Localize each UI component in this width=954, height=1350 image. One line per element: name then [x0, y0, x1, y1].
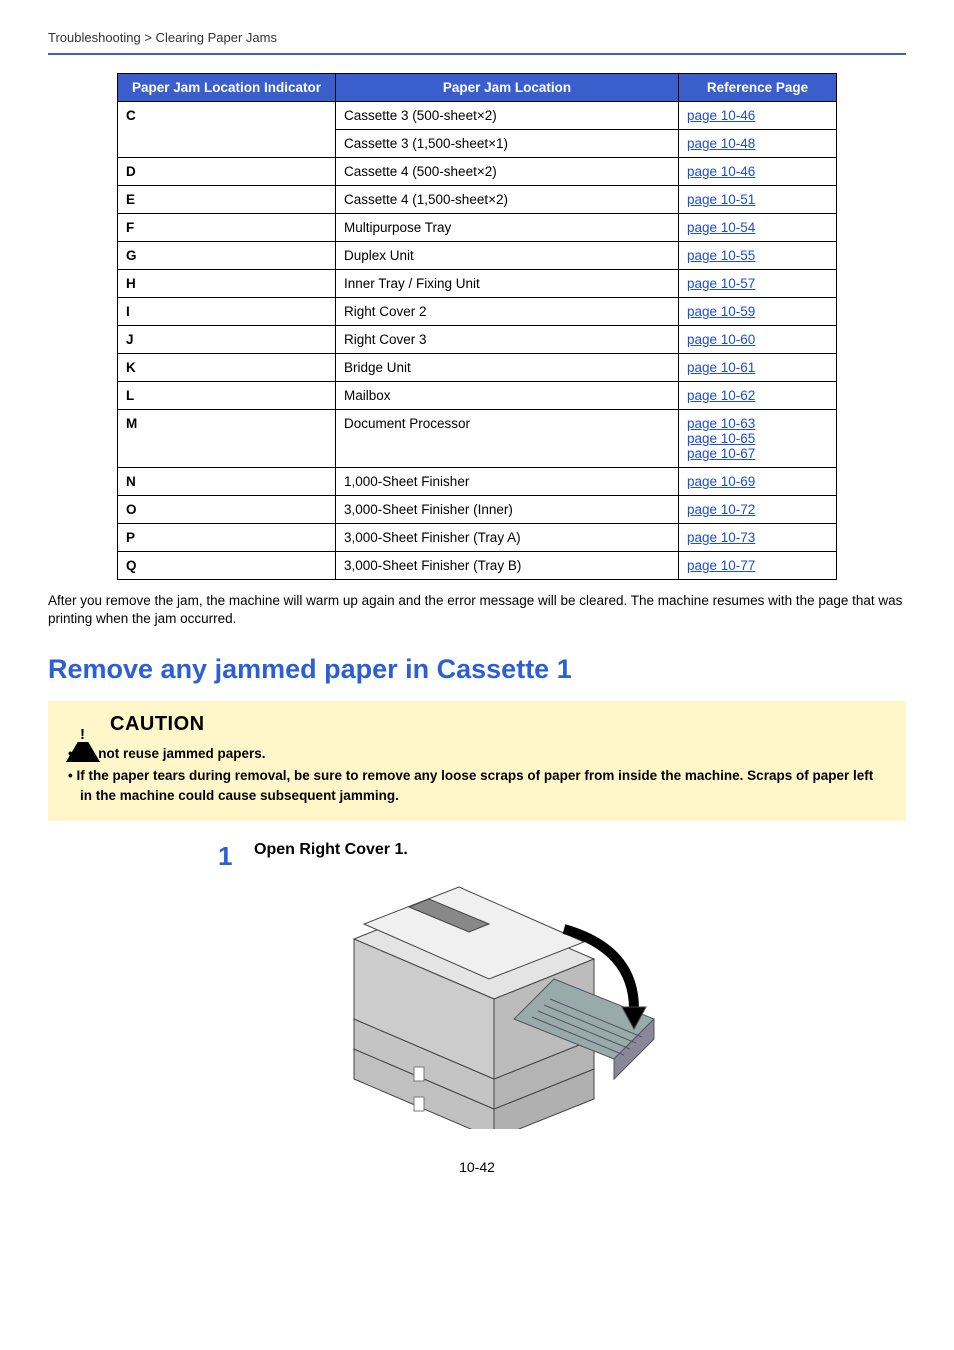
location-cell: 3,000-Sheet Finisher (Tray A) [336, 524, 679, 552]
table-row: M Document Processor page 10-63 page 10-… [118, 410, 837, 468]
indicator-cell: E [118, 186, 336, 214]
reference-cell: page 10-48 [679, 130, 837, 158]
page-link[interactable]: page 10-62 [687, 388, 755, 403]
table-row: Cassette 3 (1,500-sheet×1) page 10-48 [118, 130, 837, 158]
location-cell: Cassette 3 (1,500-sheet×1) [336, 130, 679, 158]
location-cell: Cassette 4 (500-sheet×2) [336, 158, 679, 186]
indicator-cell: G [118, 242, 336, 270]
page-link[interactable]: page 10-51 [687, 192, 755, 207]
table-row: H Inner Tray / Fixing Unit page 10-57 [118, 270, 837, 298]
location-cell: Bridge Unit [336, 354, 679, 382]
reference-cell: page 10-62 [679, 382, 837, 410]
indicator-cell: K [118, 354, 336, 382]
table-row: O 3,000-Sheet Finisher (Inner) page 10-7… [118, 496, 837, 524]
table-row: E Cassette 4 (1,500-sheet×2) page 10-51 [118, 186, 837, 214]
table-row: Q 3,000-Sheet Finisher (Tray B) page 10-… [118, 552, 837, 580]
reference-cell: page 10-61 [679, 354, 837, 382]
indicator-cell: H [118, 270, 336, 298]
jam-location-table: Paper Jam Location Indicator Paper Jam L… [117, 73, 837, 580]
reference-cell: page 10-46 [679, 158, 837, 186]
section-title: Remove any jammed paper in Cassette 1 [48, 654, 906, 685]
indicator-cell: D [118, 158, 336, 186]
reference-cell: page 10-54 [679, 214, 837, 242]
table-header-indicator: Paper Jam Location Indicator [118, 74, 336, 102]
table-row: L Mailbox page 10-62 [118, 382, 837, 410]
reference-cell: page 10-57 [679, 270, 837, 298]
location-cell: 1,000-Sheet Finisher [336, 468, 679, 496]
table-row: D Cassette 4 (500-sheet×2) page 10-46 [118, 158, 837, 186]
indicator-cell: O [118, 496, 336, 524]
page-number: 10-42 [48, 1159, 906, 1175]
page-link[interactable]: page 10-69 [687, 474, 755, 489]
table-row: P 3,000-Sheet Finisher (Tray A) page 10-… [118, 524, 837, 552]
page-link[interactable]: page 10-73 [687, 530, 755, 545]
table-row: G Duplex Unit page 10-55 [118, 242, 837, 270]
table-row: J Right Cover 3 page 10-60 [118, 326, 837, 354]
reference-cell: page 10-55 [679, 242, 837, 270]
page-link[interactable]: page 10-61 [687, 360, 755, 375]
after-table-text: After you remove the jam, the machine wi… [48, 592, 906, 628]
indicator-cell: M [118, 410, 336, 468]
reference-cell: page 10-59 [679, 298, 837, 326]
reference-cell: page 10-51 [679, 186, 837, 214]
location-cell: Right Cover 2 [336, 298, 679, 326]
caution-label: CAUTION [110, 713, 205, 736]
page-link[interactable]: page 10-54 [687, 220, 755, 235]
indicator-cell: I [118, 298, 336, 326]
location-cell: Cassette 3 (500-sheet×2) [336, 102, 679, 130]
indicator-cell: P [118, 524, 336, 552]
indicator-cell: L [118, 382, 336, 410]
caution-item: If the paper tears during removal, be su… [68, 766, 888, 805]
reference-cell: page 10-46 [679, 102, 837, 130]
page-link[interactable]: page 10-77 [687, 558, 755, 573]
page-link[interactable]: page 10-46 [687, 108, 755, 123]
table-header-location: Paper Jam Location [336, 74, 679, 102]
reference-cell: page 10-73 [679, 524, 837, 552]
reference-cell: page 10-69 [679, 468, 837, 496]
page-link[interactable]: page 10-57 [687, 276, 755, 291]
location-cell: Right Cover 3 [336, 326, 679, 354]
location-cell: Multipurpose Tray [336, 214, 679, 242]
location-cell: Document Processor [336, 410, 679, 468]
indicator-cell: C [118, 102, 336, 130]
table-row: K Bridge Unit page 10-61 [118, 354, 837, 382]
page-link[interactable]: page 10-46 [687, 164, 755, 179]
indicator-cell: Q [118, 552, 336, 580]
location-cell: Inner Tray / Fixing Unit [336, 270, 679, 298]
page-link[interactable]: page 10-59 [687, 304, 755, 319]
page-link[interactable]: page 10-48 [687, 136, 755, 151]
page-link[interactable]: page 10-65 [687, 431, 828, 446]
page-link[interactable]: page 10-63 [687, 416, 828, 431]
indicator-cell: J [118, 326, 336, 354]
location-cell: Mailbox [336, 382, 679, 410]
indicator-cell: F [118, 214, 336, 242]
table-row: I Right Cover 2 page 10-59 [118, 298, 837, 326]
table-row: N 1,000-Sheet Finisher page 10-69 [118, 468, 837, 496]
reference-cell: page 10-63 page 10-65 page 10-67 [679, 410, 837, 468]
location-cell: Cassette 4 (1,500-sheet×2) [336, 186, 679, 214]
printer-illustration [314, 869, 674, 1129]
page-link[interactable]: page 10-72 [687, 502, 755, 517]
location-cell: 3,000-Sheet Finisher (Inner) [336, 496, 679, 524]
step-title: Open Right Cover 1. [254, 841, 906, 859]
caution-block: ! CAUTION Do not reuse jammed papers. If… [48, 701, 906, 821]
table-row: F Multipurpose Tray page 10-54 [118, 214, 837, 242]
location-cell: Duplex Unit [336, 242, 679, 270]
step-number: 1 [218, 841, 254, 1129]
page-link[interactable]: page 10-60 [687, 332, 755, 347]
reference-cell: page 10-77 [679, 552, 837, 580]
location-cell: 3,000-Sheet Finisher (Tray B) [336, 552, 679, 580]
reference-cell: page 10-72 [679, 496, 837, 524]
indicator-cell [118, 130, 336, 158]
page-link[interactable]: page 10-55 [687, 248, 755, 263]
caution-icon: ! [66, 717, 100, 733]
reference-cell: page 10-60 [679, 326, 837, 354]
caution-item: Do not reuse jammed papers. [68, 744, 888, 764]
indicator-cell: N [118, 468, 336, 496]
table-row: C Cassette 3 (500-sheet×2) page 10-46 [118, 102, 837, 130]
page-link[interactable]: page 10-67 [687, 446, 828, 461]
table-header-reference: Reference Page [679, 74, 837, 102]
breadcrumb: Troubleshooting > Clearing Paper Jams [48, 30, 906, 55]
